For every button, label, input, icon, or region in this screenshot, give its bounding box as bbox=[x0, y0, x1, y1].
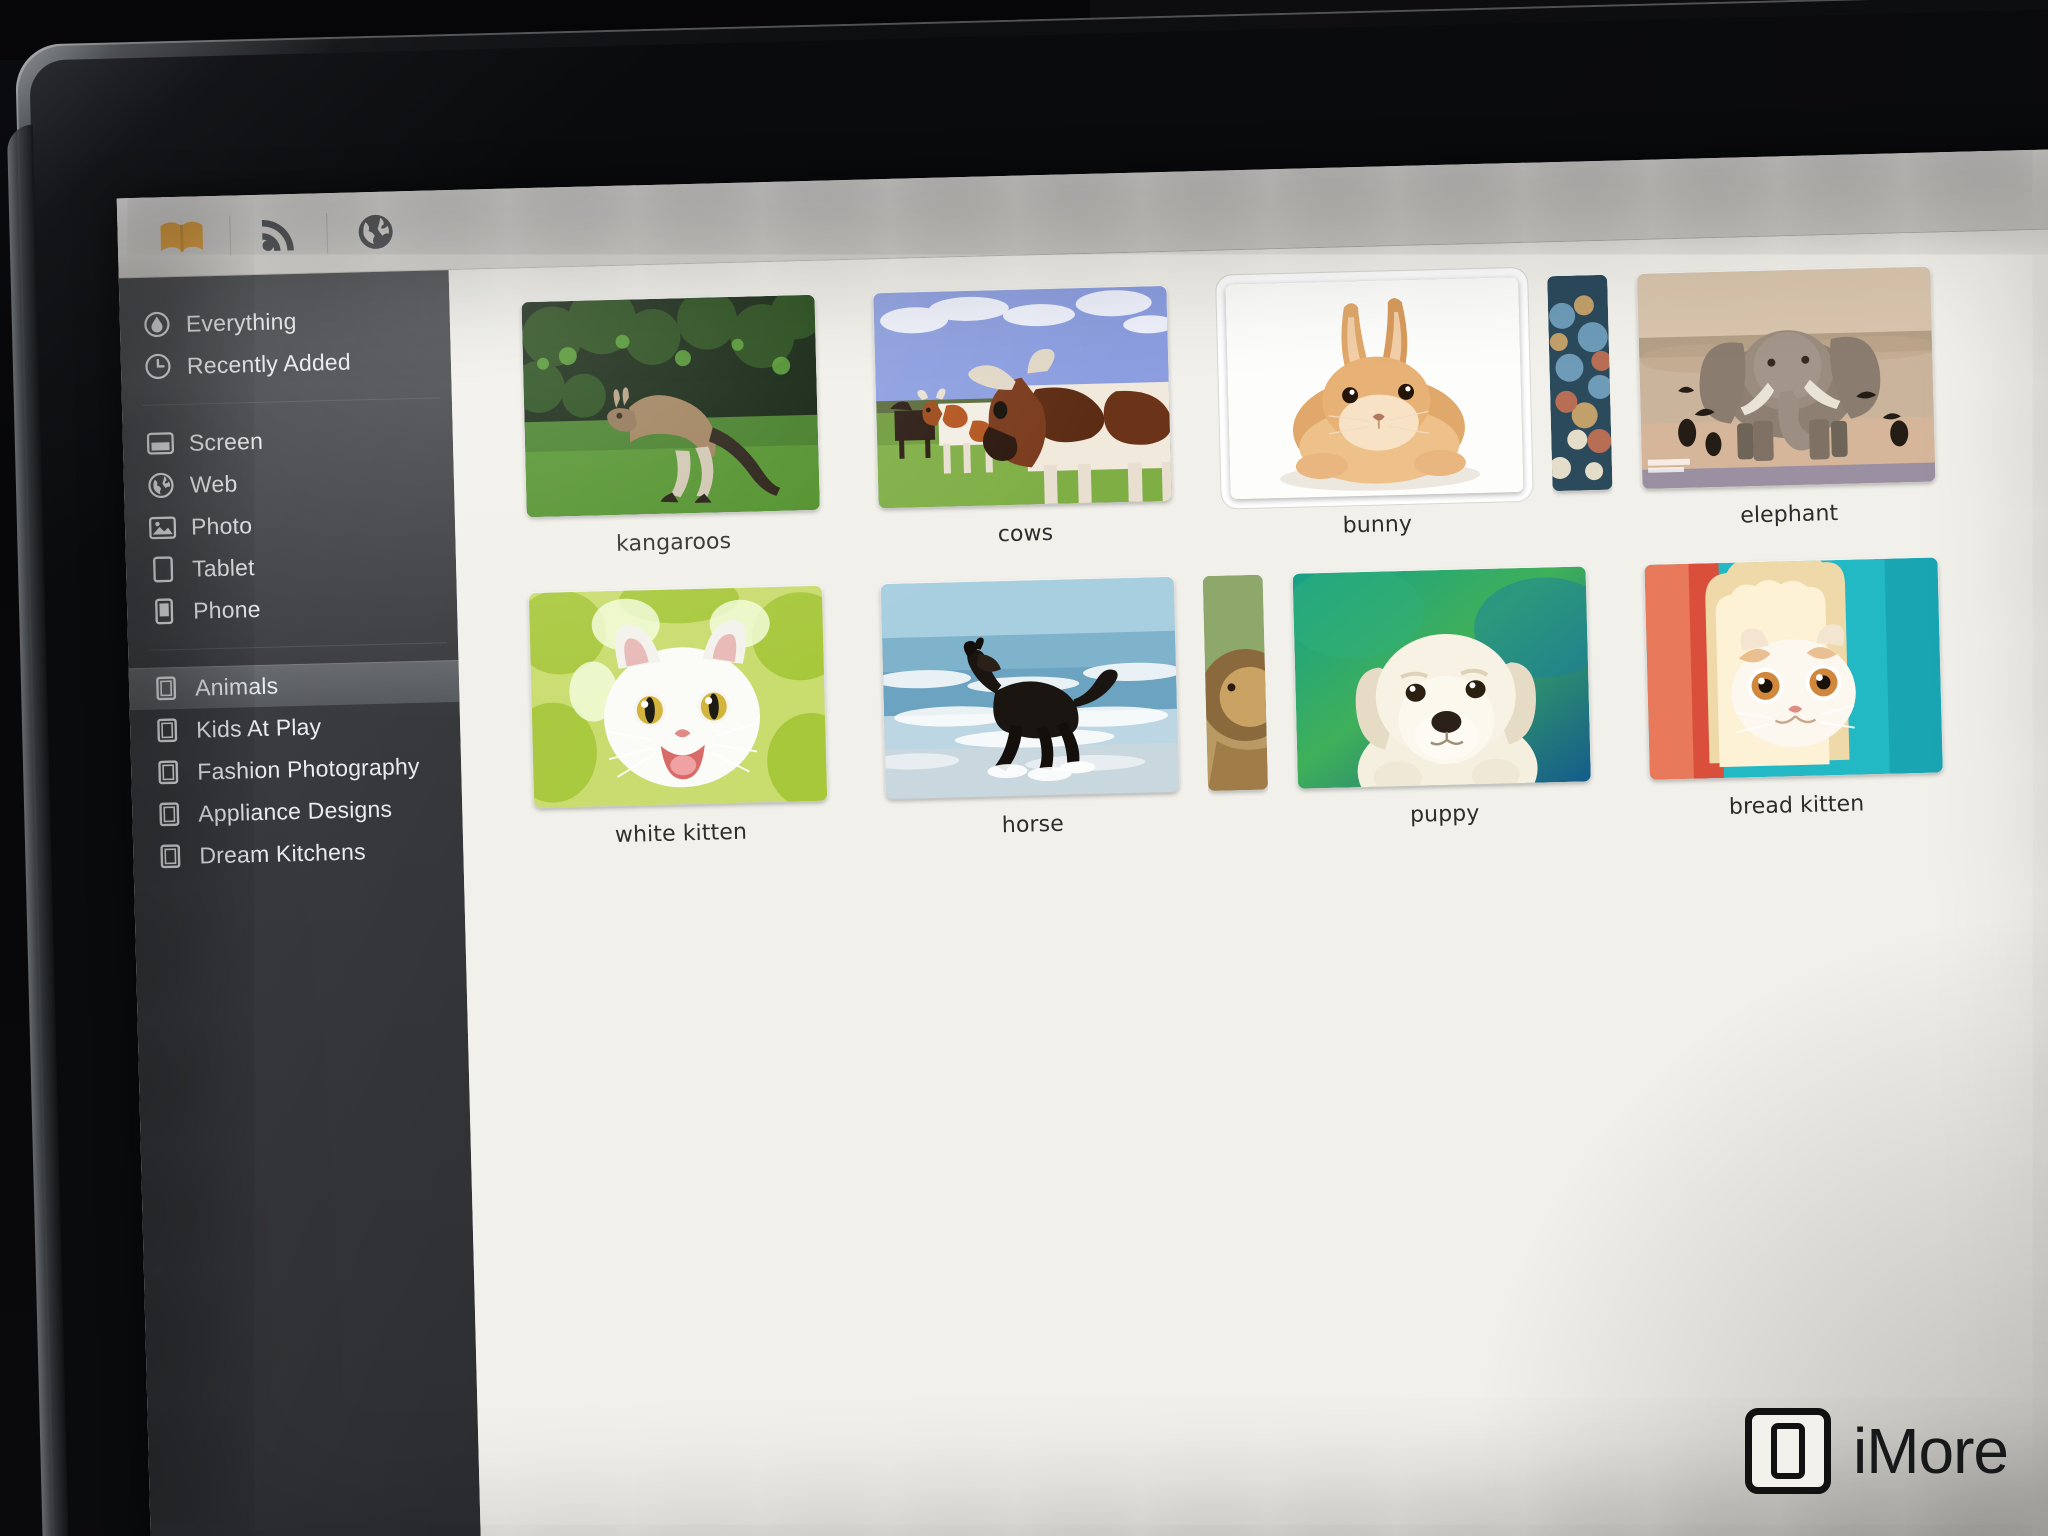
thumbnail-caption: horse bbox=[1002, 812, 1065, 839]
sidebar-item-label: Phone bbox=[193, 595, 261, 624]
imore-watermark: iMore bbox=[1745, 1408, 2008, 1494]
sidebar-divider-1 bbox=[142, 397, 440, 406]
horse-photo bbox=[880, 577, 1178, 799]
elephant-photo bbox=[1637, 267, 1935, 489]
thumbnail-grid-pane[interactable]: kangaroos bbox=[449, 228, 2048, 1536]
toolbar-button-feeds[interactable] bbox=[230, 204, 327, 264]
sidebar-item-label: Photo bbox=[191, 512, 253, 541]
sidebar: Everything Recently Added bbox=[119, 270, 483, 1536]
sidebar-group-smart: Everything Recently Added bbox=[119, 296, 451, 388]
screen-icon bbox=[145, 428, 176, 459]
drop-icon bbox=[142, 309, 173, 340]
grid-item[interactable] bbox=[1203, 575, 1269, 833]
thumbnail-kangaroos[interactable] bbox=[521, 295, 819, 517]
thumbnail-caption: bread kitten bbox=[1729, 791, 1865, 819]
thumbnail-horse[interactable] bbox=[880, 577, 1178, 799]
grid-item[interactable] bbox=[1547, 275, 1613, 533]
collection-icon bbox=[152, 715, 183, 746]
sidebar-item-dream-kitchens[interactable]: Dream Kitchens bbox=[133, 828, 464, 878]
thumbnail-caption: cows bbox=[997, 521, 1053, 547]
grid-item[interactable]: bread kitten bbox=[1614, 557, 1972, 823]
lion-photo bbox=[1203, 575, 1268, 791]
sidebar-item-label: Screen bbox=[189, 427, 264, 456]
imore-wordmark: iMore bbox=[1853, 1414, 2008, 1488]
sidebar-group-collections: Animals Kids At Play bbox=[129, 660, 464, 878]
puppy-photo bbox=[1292, 566, 1590, 788]
sidebar-item-label: Web bbox=[190, 470, 238, 498]
grid-item[interactable]: kangaroos bbox=[491, 294, 849, 560]
thumbnail-grid: kangaroos bbox=[491, 262, 2048, 885]
grid-item[interactable]: cows bbox=[843, 285, 1201, 551]
collection-icon bbox=[153, 757, 184, 788]
thumbnail-elephant[interactable] bbox=[1637, 267, 1935, 489]
sidebar-item-phone[interactable]: Phone bbox=[127, 583, 458, 633]
collection-icon bbox=[151, 673, 182, 704]
cows-photo bbox=[873, 286, 1171, 508]
laptop: Everything Recently Added bbox=[0, 0, 2048, 1536]
collection-icon bbox=[155, 841, 186, 872]
thumbnail-lion-partial[interactable] bbox=[1203, 575, 1268, 791]
sidebar-divider-2 bbox=[148, 642, 446, 651]
clock-icon bbox=[143, 351, 174, 382]
globe-icon bbox=[146, 470, 177, 501]
book-icon bbox=[158, 219, 205, 254]
beads-photo bbox=[1547, 275, 1612, 491]
white-kitten-photo bbox=[528, 586, 826, 808]
kangaroo-photo bbox=[521, 295, 819, 517]
sidebar-item-recently-added[interactable]: Recently Added bbox=[120, 338, 451, 388]
sidebar-item-label: Appliance Designs bbox=[198, 795, 393, 827]
photo-icon bbox=[147, 512, 178, 543]
collection-icon bbox=[154, 799, 185, 830]
grid-item[interactable]: white kitten bbox=[499, 585, 857, 851]
sidebar-item-label: Tablet bbox=[192, 554, 255, 583]
bunny-photo bbox=[1225, 277, 1523, 499]
thumbnail-caption: bunny bbox=[1342, 512, 1412, 539]
bread-kitten-photo bbox=[1644, 557, 1942, 779]
phone-icon bbox=[149, 596, 180, 627]
thumbnail-cows[interactable] bbox=[873, 286, 1171, 508]
grid-item[interactable]: elephant bbox=[1607, 266, 1965, 532]
thumbnail-bunny[interactable] bbox=[1225, 277, 1523, 499]
imore-badge-icon bbox=[1745, 1408, 1831, 1494]
phone-glyph bbox=[1771, 1423, 1805, 1479]
thumbnail-bread-kitten[interactable] bbox=[1644, 557, 1942, 779]
rss-icon bbox=[258, 213, 299, 254]
toolbar-button-library[interactable] bbox=[133, 206, 230, 266]
thumbnail-caption: elephant bbox=[1740, 501, 1839, 528]
tablet-icon bbox=[148, 554, 179, 585]
grid-item[interactable]: horse bbox=[851, 576, 1209, 842]
sidebar-group-sources: Screen Web bbox=[122, 415, 457, 633]
thumbnail-caption: white kitten bbox=[615, 820, 748, 848]
thumbnail-puppy[interactable] bbox=[1292, 566, 1590, 788]
application-window: Everything Recently Added bbox=[117, 148, 2048, 1536]
sidebar-item-label: Recently Added bbox=[187, 348, 352, 379]
globe-icon bbox=[356, 212, 395, 251]
main-area: Everything Recently Added bbox=[119, 228, 2048, 1536]
grid-item[interactable]: puppy bbox=[1263, 566, 1621, 832]
sidebar-item-label: Dream Kitchens bbox=[199, 838, 366, 869]
thumbnail-white-kitten[interactable] bbox=[528, 586, 826, 808]
grid-item[interactable]: bunny bbox=[1195, 276, 1553, 542]
sidebar-item-label: Everything bbox=[186, 307, 297, 337]
sidebar-item-label: Animals bbox=[195, 672, 279, 701]
sidebar-item-label: Kids At Play bbox=[196, 713, 322, 743]
thumbnail-caption: kangaroos bbox=[616, 529, 732, 557]
thumbnail-caption: puppy bbox=[1410, 801, 1480, 828]
laptop-screen-photograph: Everything Recently Added bbox=[0, 0, 2048, 1536]
thumbnail-beads-partial[interactable] bbox=[1547, 275, 1612, 491]
toolbar-button-web[interactable] bbox=[327, 201, 424, 261]
sidebar-item-label: Fashion Photography bbox=[197, 752, 420, 785]
